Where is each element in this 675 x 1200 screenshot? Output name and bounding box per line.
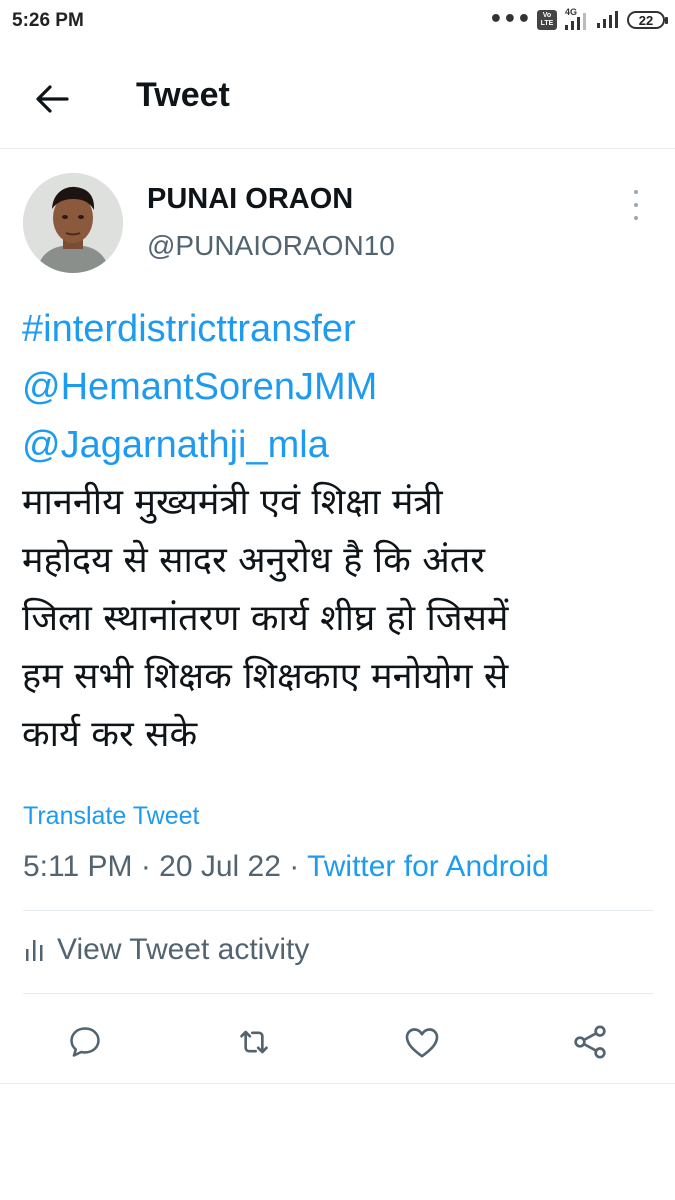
translate-tweet-link[interactable]: Translate Tweet	[23, 802, 199, 831]
meta-separator: ·	[280, 850, 308, 883]
tweet-text: #interdistricttransfer @HemantSorenJMM @…	[22, 300, 662, 764]
divider	[23, 910, 653, 911]
back-button[interactable]	[30, 77, 74, 121]
activity-label: View Tweet activity	[57, 933, 310, 966]
divider	[23, 993, 653, 994]
retweet-icon	[240, 1030, 268, 1054]
status-time: 5:26 PM	[12, 10, 84, 31]
status-icons: ••• Vo LTE 4G 22	[488, 7, 668, 32]
view-tweet-activity-button[interactable]: View Tweet activity	[23, 933, 309, 967]
status-bar: 5:26 PM ••• Vo LTE 4G 22	[0, 0, 675, 44]
tweet-body-line: कार्य कर सके	[22, 714, 198, 755]
user-handle[interactable]: @PUNAIORAON10	[147, 230, 395, 262]
mention-link[interactable]: @Jagarnathji_mla	[22, 416, 662, 474]
meta-separator: ·	[132, 850, 160, 883]
app-header: Tweet	[0, 50, 675, 149]
tweet-body-line: जिला स्थानांतरण कार्य शीघ्र हो जिसमें	[22, 598, 509, 639]
divider	[0, 1083, 675, 1084]
bar-chart-icon	[26, 940, 43, 961]
tweet-source-link[interactable]: Twitter for Android	[307, 850, 549, 883]
signal-4g-icon: 4G	[563, 7, 589, 30]
hashtag-link[interactable]: #interdistricttransfer	[22, 300, 662, 358]
reply-button[interactable]	[63, 1020, 107, 1064]
tweet-time: 5:11 PM	[23, 850, 133, 883]
tweet-date: 20 Jul 22	[159, 850, 281, 883]
tweet-actions	[0, 1020, 675, 1080]
more-options-button[interactable]	[626, 190, 646, 220]
arrow-left-icon	[36, 85, 69, 113]
share-button[interactable]	[568, 1020, 612, 1064]
display-name[interactable]: PUNAI ORAON	[147, 183, 353, 216]
tweet-body-line: माननीय मुख्यमंत्री एवं शिक्षा मंत्री	[22, 482, 443, 523]
battery-level: 22	[638, 12, 654, 28]
tweet-body-line: महोदय से सादर अनुरोध है कि अंतर	[22, 540, 485, 581]
volte-icon: Vo LTE	[537, 10, 557, 30]
tweet-body-line: हम सभी शिक्षक शिक्षकाए मनोयोग से	[22, 656, 509, 697]
signal-icon	[595, 8, 621, 32]
mention-link[interactable]: @HemantSorenJMM	[22, 358, 662, 416]
like-button[interactable]	[400, 1020, 444, 1064]
retweet-button[interactable]	[232, 1020, 276, 1064]
share-icon	[574, 1025, 606, 1059]
reply-icon	[70, 1027, 100, 1057]
more-vertical-icon	[634, 190, 638, 194]
page-title: Tweet	[136, 76, 230, 114]
avatar[interactable]	[23, 173, 123, 273]
tweet-metadata: 5:11 PM · 20 Jul 22 · Twitter for Androi…	[23, 850, 549, 884]
battery-icon: 22	[627, 11, 668, 29]
more-dots-icon: •••	[488, 7, 531, 32]
avatar-photo	[23, 173, 123, 273]
heart-icon	[405, 1028, 439, 1058]
